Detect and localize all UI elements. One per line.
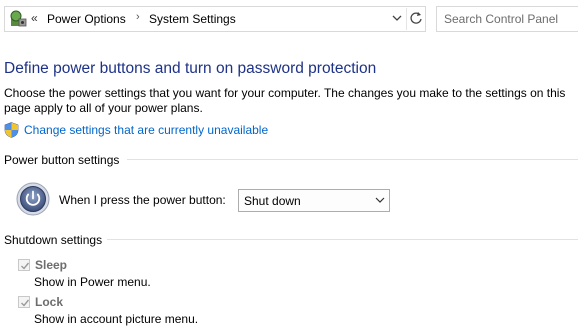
page-title: Define power buttons and turn on passwor… bbox=[4, 60, 377, 77]
search-placeholder[interactable]: Search Control Panel bbox=[444, 12, 558, 26]
sleep-description: Show in Power menu. bbox=[34, 275, 151, 289]
uac-shield-icon bbox=[4, 122, 19, 138]
refresh-icon[interactable] bbox=[409, 10, 423, 26]
breadcrumb-separator[interactable]: › bbox=[136, 11, 140, 23]
address-divider bbox=[406, 8, 407, 30]
lock-checkbox[interactable] bbox=[18, 296, 30, 308]
breadcrumb-power-options[interactable]: Power Options bbox=[47, 12, 126, 26]
lock-description: Show in account picture menu. bbox=[34, 312, 199, 326]
power-button-settings-heading: Power button settings bbox=[4, 153, 120, 167]
section-divider bbox=[127, 159, 578, 160]
control-panel-icon bbox=[10, 10, 27, 27]
power-button-action-value[interactable]: Shut down bbox=[244, 194, 301, 208]
sleep-checkbox[interactable] bbox=[18, 259, 30, 271]
sleep-checkbox-label[interactable]: Sleep bbox=[35, 258, 67, 272]
shutdown-settings-heading: Shutdown settings bbox=[4, 233, 103, 247]
change-settings-link[interactable]: Change settings that are currently unava… bbox=[24, 123, 268, 137]
chevron-down-icon[interactable] bbox=[375, 196, 385, 204]
breadcrumb-system-settings[interactable]: System Settings bbox=[149, 12, 236, 26]
checkmark-icon bbox=[21, 262, 30, 270]
checkmark-icon bbox=[21, 299, 30, 307]
power-button-label: When I press the power button: bbox=[59, 193, 226, 207]
breadcrumb-back-chevron[interactable]: « bbox=[31, 11, 38, 25]
page-description: Choose the power settings that you want … bbox=[4, 86, 566, 115]
chevron-down-icon[interactable] bbox=[390, 11, 404, 25]
power-icon bbox=[16, 182, 50, 216]
section-divider bbox=[107, 239, 578, 240]
lock-checkbox-label[interactable]: Lock bbox=[35, 295, 63, 309]
